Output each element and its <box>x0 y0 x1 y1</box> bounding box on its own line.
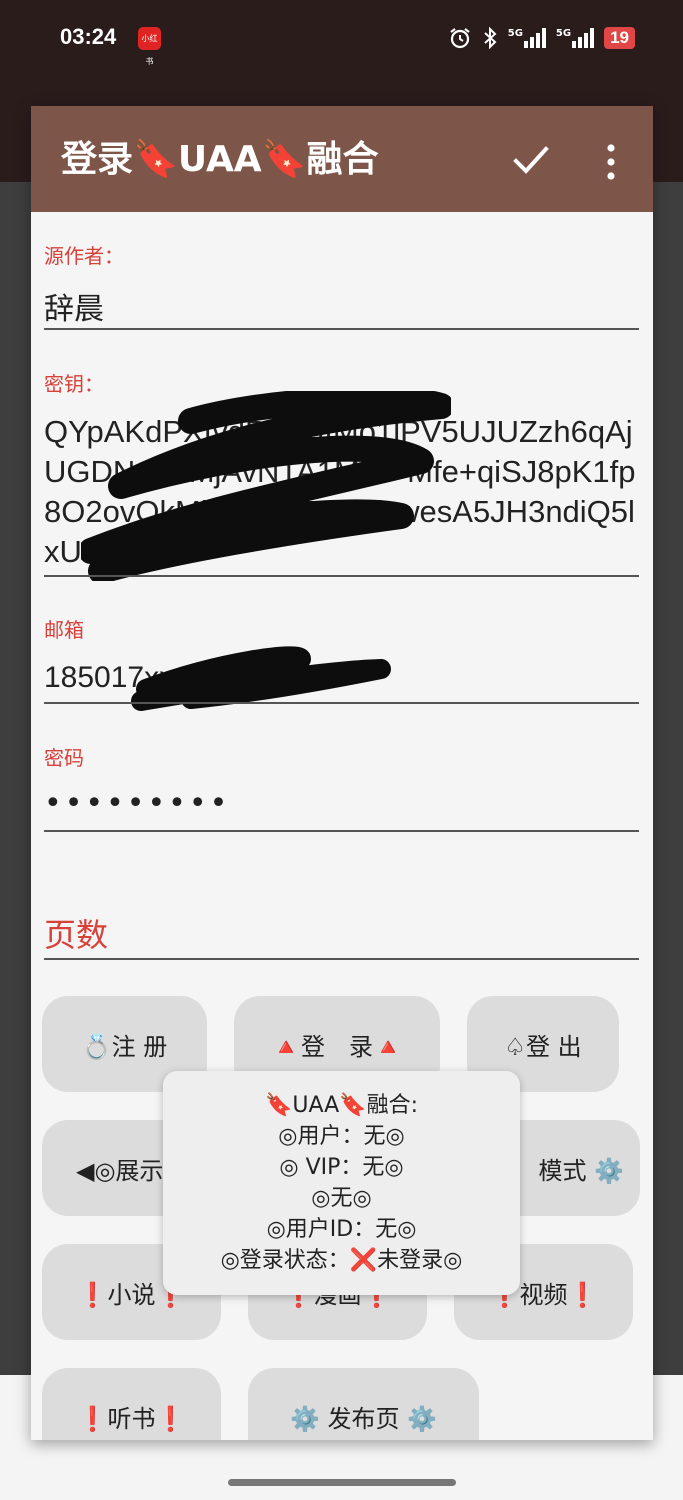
notification-app-icon: 小红书 <box>138 27 161 66</box>
password-underline <box>44 830 639 832</box>
login-dialog: 登录🔖UAA🔖融合 源作者： 辞晨 密钥： QYpAKdPXfvdRiJbuIM… <box>31 106 653 1440</box>
toast-line-vip: ◎ VIP：无◎ <box>279 1155 404 1180</box>
login-status-toast: 🔖UAA🔖融合: ◎用户：无◎ ◎ VIP：无◎ ◎无◎ ◎用户ID：无◎ ◎登… <box>163 1071 520 1295</box>
toast-line-user-id: ◎用户ID：无◎ <box>266 1217 417 1242</box>
redaction-scribble <box>131 646 391 711</box>
more-options-icon[interactable] <box>599 142 623 182</box>
dialog-toolbar: 登录🔖UAA🔖融合 <box>31 106 653 212</box>
toast-line-none: ◎无◎ <box>311 1186 372 1211</box>
toast-line-title: 🔖UAA🔖融合: <box>264 1093 418 1118</box>
status-icons: 5G 5G 19 <box>448 24 635 52</box>
battery-icon: 19 <box>604 27 635 49</box>
toast-line-login-status: ◎登录状态：❌未登录◎ <box>220 1248 463 1273</box>
toast-line-user: ◎用户：无◎ <box>278 1124 405 1149</box>
publish-page-button[interactable]: ⚙️ 发布页 ⚙️ <box>248 1368 479 1440</box>
dialog-title: 登录🔖UAA🔖融合 <box>61 139 379 180</box>
bluetooth-icon <box>484 26 497 50</box>
password-label: 密码 <box>44 746 84 770</box>
author-label: 源作者： <box>44 244 124 268</box>
pages-input[interactable]: 页数 <box>44 910 108 956</box>
email-label: 邮箱 <box>44 618 84 642</box>
redaction-scribble <box>81 391 451 581</box>
signal-5g-icon: 5G <box>508 28 546 48</box>
status-time: 03:24 <box>60 24 117 49</box>
password-input[interactable]: ••••••••• <box>44 786 230 821</box>
pages-underline <box>44 958 639 960</box>
signal-5g-icon: 5G <box>556 28 595 48</box>
author-input[interactable]: 辞晨 <box>44 284 104 328</box>
email-underline <box>44 702 639 704</box>
key-underline <box>44 575 639 577</box>
home-indicator[interactable] <box>228 1479 456 1486</box>
alarm-icon <box>450 28 470 49</box>
confirm-check-icon[interactable] <box>511 140 551 180</box>
author-underline <box>44 328 639 330</box>
audiobook-button[interactable]: ❗听书❗ <box>42 1368 221 1440</box>
